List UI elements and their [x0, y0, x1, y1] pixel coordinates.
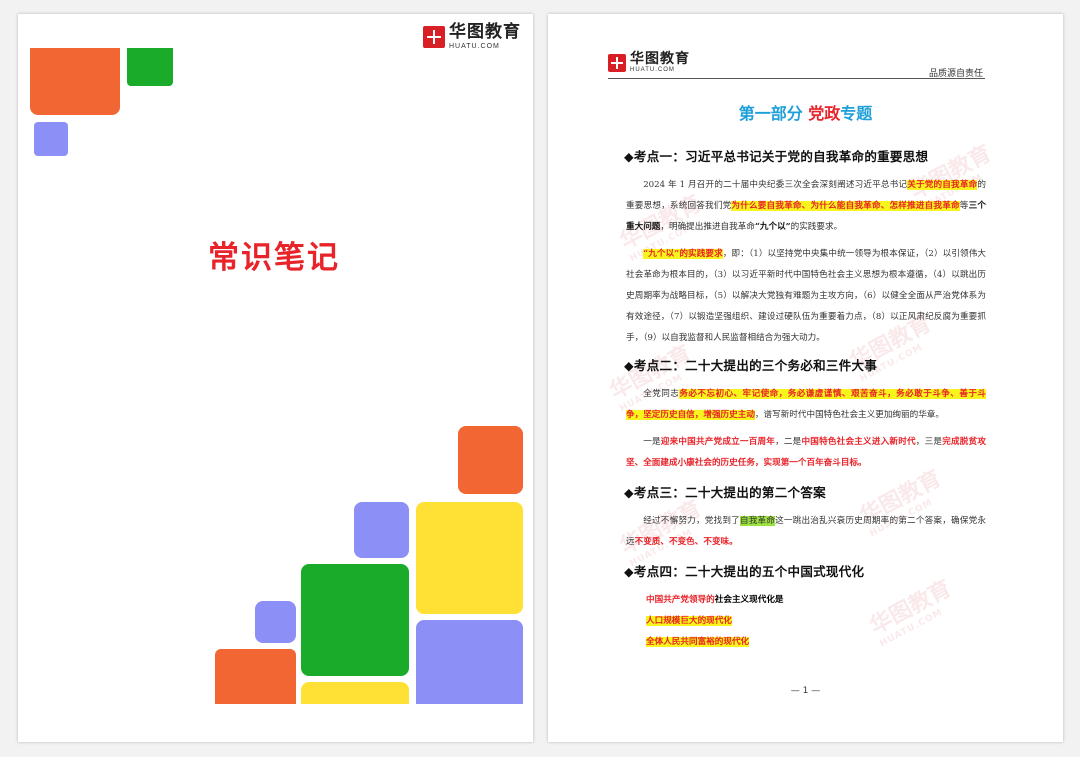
- section-heading: ◆考点二：二十大提出的三个务必和三件大事: [624, 358, 878, 373]
- huatu-logo: 华图教育 HUATU.COM: [608, 52, 690, 73]
- list-item: 中国共产党领导的社会主义现代化是: [646, 595, 784, 605]
- cover-page: 华图教育 HUATU.COM 常识笔记: [18, 14, 533, 742]
- logo-english-text: HUATU.COM: [630, 67, 675, 73]
- deco-block-orange: [30, 48, 120, 115]
- huatu-logo-mark: [608, 53, 626, 72]
- logo-chinese-text: 华图教育: [630, 51, 690, 67]
- deco-block-orange: [458, 426, 523, 494]
- page-number: — 1 —: [790, 686, 821, 696]
- deco-block-purple: [354, 502, 409, 558]
- deco-block-orange: [215, 649, 296, 704]
- deco-block-green: [301, 564, 409, 676]
- deco-block-purple: [34, 122, 68, 156]
- section-heading: ◆考点四：二十大提出的五个中国式现代化: [624, 564, 865, 579]
- huatu-logo: 华图教育 HUATU.COM: [423, 24, 521, 50]
- deco-block-purple: [416, 620, 523, 704]
- logo-english-text: HUATU.COM: [449, 43, 500, 50]
- deco-block-purple: [255, 601, 296, 643]
- logo-chinese-text: 华图教育: [449, 22, 521, 42]
- header-divider: [608, 78, 985, 79]
- section-heading: ◆考点三：二十大提出的第二个答案: [624, 485, 826, 500]
- list-item: 人口规模巨大的现代化: [646, 616, 732, 626]
- cover-title: 常识笔记: [208, 240, 340, 276]
- paragraph: “九个以”的实践要求，即：（1）以坚持党中央集中统一领导为根本保证，（2）以引领…: [626, 249, 986, 343]
- paragraph: 全党同志务必不忘初心、牢记使命，务必谦虚谨慎、艰苦奋斗，务必敢于斗争、善于斗争，…: [626, 389, 986, 420]
- content-page: 华图教育 HUATU.COM 品质源自责任 华图教育 HUATU.COM 华图教育…: [548, 14, 1063, 742]
- deco-block-yellow: [416, 502, 523, 614]
- document-body: ◆考点一：习近平总书记关于党的自我革命的重要思想 2024 年 1 月召开的二十…: [624, 144, 986, 653]
- deco-block-green: [127, 48, 173, 86]
- paragraph: 2024 年 1 月召开的二十届中央纪委三次全会深刻阐述习近平总书记关于党的自我…: [626, 180, 986, 232]
- list-item: 全体人民共同富裕的现代化: [646, 637, 750, 647]
- huatu-logo-mark: [423, 26, 445, 48]
- paragraph: 经过不懈努力，党找到了自我革命这一跳出治乱兴衰历史周期率的第二个答案，确保党永远…: [626, 516, 986, 547]
- deco-block-yellow: [301, 682, 409, 704]
- section-heading: ◆考点一：习近平总书记关于党的自我革命的重要思想: [624, 149, 929, 164]
- paragraph: 一是迎来中国共产党成立一百周年，二是中国特色社会主义进入新时代，三是完成脱贫攻坚…: [626, 437, 986, 468]
- part-title: 第一部分 党政专题: [738, 104, 873, 123]
